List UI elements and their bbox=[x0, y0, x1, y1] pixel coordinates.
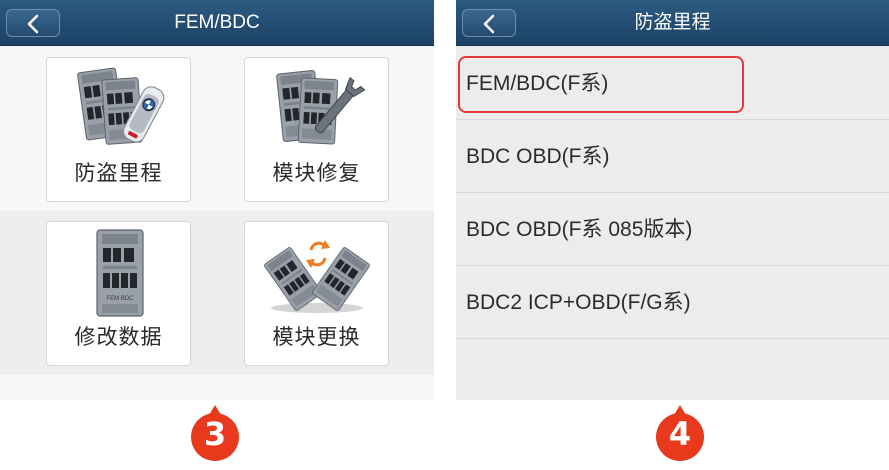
list-item-label: BDC OBD(F系 085版本) bbox=[466, 218, 693, 241]
tile-label: 修改数据 bbox=[74, 326, 163, 349]
list-item-bdc2-icp-obd[interactable]: BDC2 ICP+OBD(F/G系) bbox=[456, 267, 889, 339]
top-bar: 防盗里程 bbox=[456, 0, 889, 46]
step-number: 4 bbox=[668, 415, 692, 453]
tile-row: FEM BDC 修改数据 模块更换 bbox=[0, 211, 434, 375]
tile-label: 防盗里程 bbox=[74, 162, 163, 185]
list-item-label: FEM/BDC(F系) bbox=[466, 72, 609, 95]
tile-label: 模块修复 bbox=[272, 162, 361, 185]
top-bar: FEM/BDC bbox=[0, 0, 434, 46]
list-item-bdc-obd-f[interactable]: BDC OBD(F系) bbox=[456, 121, 889, 193]
step-badge: 3 bbox=[190, 403, 240, 463]
step-number: 3 bbox=[203, 415, 227, 453]
module-print-text: FEM BDC bbox=[107, 296, 135, 302]
page-title: 防盗里程 bbox=[634, 12, 711, 33]
tile-label: 模块更换 bbox=[272, 326, 361, 349]
tile-anti-theft-mileage[interactable]: 防盗里程 bbox=[46, 57, 191, 202]
tile-modify-data[interactable]: FEM BDC 修改数据 bbox=[46, 221, 191, 366]
tile-module-replace[interactable]: 模块更换 bbox=[244, 221, 389, 366]
ecu-with-key-icon bbox=[76, 67, 165, 145]
anti-theft-mileage-screen: 防盗里程 FEM/BDC(F系) BDC OBD(F系) BDC OBD(F系 … bbox=[456, 0, 889, 400]
tile-row-empty bbox=[0, 375, 434, 400]
tile-row: 防盗里程 模块修复 bbox=[0, 47, 434, 211]
ecu-swap-icon bbox=[263, 240, 371, 313]
ecu-module-icon: FEM BDC bbox=[96, 229, 144, 317]
list-item-empty bbox=[456, 340, 889, 400]
list-item-fem-bdc-f[interactable]: FEM/BDC(F系) bbox=[456, 48, 889, 120]
list-item-bdc-obd-f-085[interactable]: BDC OBD(F系 085版本) bbox=[456, 194, 889, 266]
fem-bdc-menu-screen: FEM/BDC 防盗里程 模块修复 FEM BDC 修改数据 模块更换 bbox=[0, 0, 434, 400]
list-item-label: BDC2 ICP+OBD(F/G系) bbox=[466, 291, 691, 314]
tile-module-repair[interactable]: 模块修复 bbox=[244, 57, 389, 202]
list-item-label: BDC OBD(F系) bbox=[466, 145, 610, 168]
ecu-with-wrench-icon bbox=[275, 69, 366, 145]
step-badge: 4 bbox=[655, 403, 705, 463]
page-title: FEM/BDC bbox=[174, 12, 260, 33]
